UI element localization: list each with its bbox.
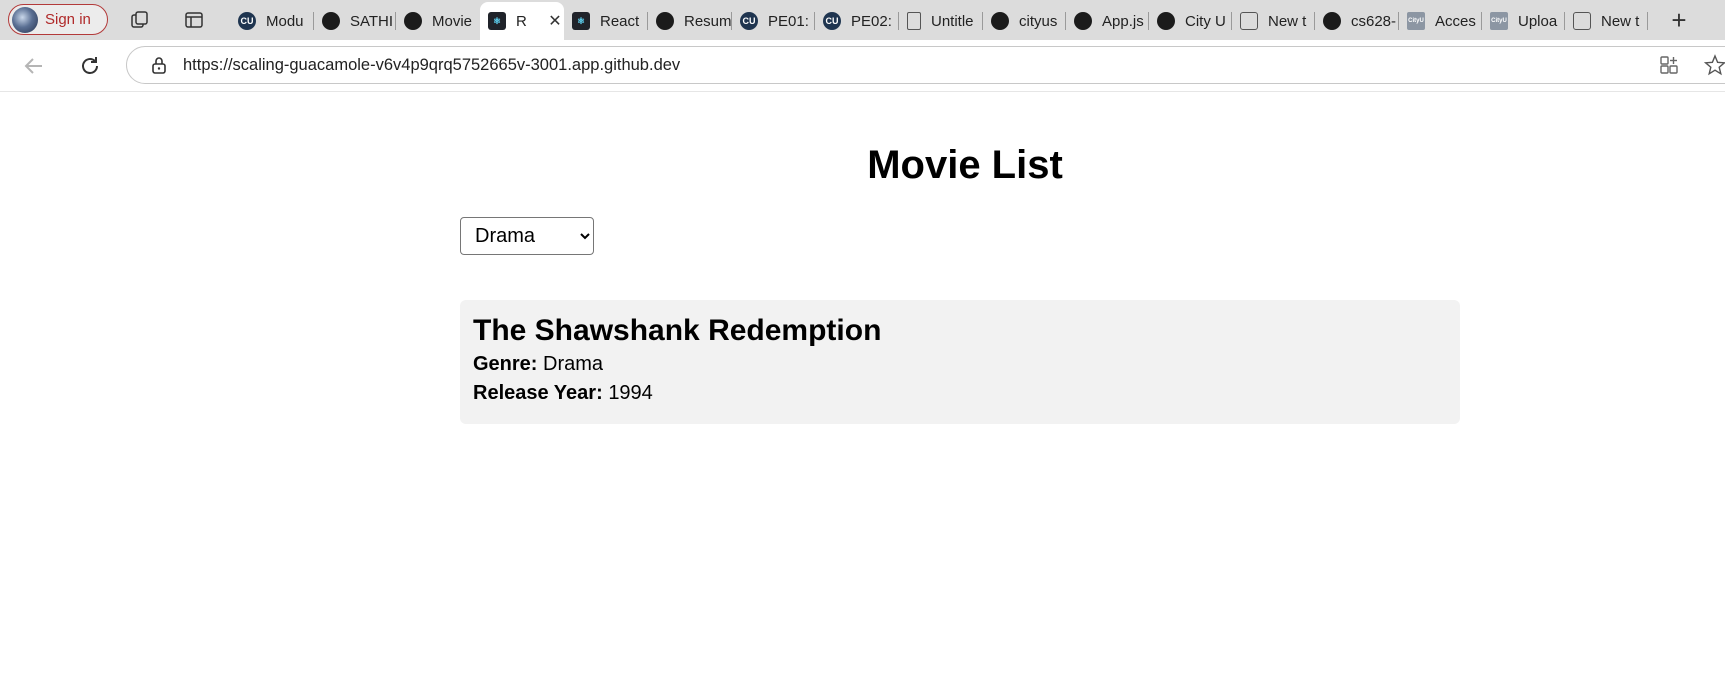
new-tab-favicon-icon: [1240, 12, 1258, 30]
tab[interactable]: CityU Acces: [1399, 4, 1482, 38]
lock-icon[interactable]: [149, 55, 169, 75]
document-favicon-icon: [907, 12, 921, 30]
github-favicon-icon: [1157, 12, 1175, 30]
tab[interactable]: CU Modu: [230, 4, 314, 38]
workspaces-icon[interactable]: [128, 9, 152, 31]
tab-title: SATHI: [350, 12, 394, 30]
tab-title: City U: [1185, 12, 1226, 30]
react-favicon-icon: ⚛: [488, 12, 506, 30]
browser-toolbar: https://scaling-guacamole-v6v4p9qrq57526…: [0, 40, 1725, 92]
tab[interactable]: CU PE02:: [815, 4, 899, 38]
tab[interactable]: cs628-: [1315, 4, 1399, 38]
tab[interactable]: New t: [1232, 4, 1315, 38]
tab-title: Acces: [1435, 12, 1476, 30]
movie-year-row: Release Year: 1994: [473, 379, 1447, 408]
release-year-value: 1994: [608, 382, 653, 404]
tab[interactable]: Untitle: [899, 4, 983, 38]
tab-active[interactable]: ⚛ R ✕: [480, 2, 564, 40]
tab[interactable]: CityU Uploa: [1482, 4, 1565, 38]
github-favicon-icon: [404, 12, 422, 30]
github-favicon-icon: [656, 12, 674, 30]
movie-genre-row: Genre: Drama: [473, 350, 1447, 379]
tab[interactable]: City U: [1149, 4, 1232, 38]
github-favicon-icon: [1323, 12, 1341, 30]
page-content: Movie List Drama The Shawshank Redemptio…: [5, 93, 1725, 693]
new-tab-favicon-icon: [1573, 12, 1591, 30]
browser-tab-strip: Sign in CU Modu SATHI Movie ⚛ R ✕ ⚛ Reac…: [0, 0, 1725, 40]
tab[interactable]: cityus: [983, 4, 1066, 38]
tab-title: App.js: [1102, 12, 1144, 30]
tab-title: Resum: [684, 12, 732, 30]
tab-title: New t: [1268, 12, 1307, 30]
tab-separator: [1647, 12, 1648, 30]
react-favicon-icon: ⚛: [572, 12, 590, 30]
favorite-star-icon[interactable]: [1702, 52, 1725, 78]
tab[interactable]: App.js: [1066, 4, 1149, 38]
cu-favicon-icon: CU: [238, 12, 256, 30]
tab[interactable]: SATHI: [314, 4, 396, 38]
tab-title: PE01:: [768, 12, 809, 30]
new-tab-button[interactable]: +: [1665, 5, 1693, 35]
github-favicon-icon: [991, 12, 1009, 30]
tab[interactable]: New t: [1565, 4, 1648, 38]
address-bar[interactable]: https://scaling-guacamole-v6v4p9qrq57526…: [126, 46, 1725, 84]
split-screen-icon[interactable]: [1656, 52, 1682, 78]
page-title: Movie List: [867, 143, 1063, 187]
tab-actions-icon[interactable]: [182, 9, 206, 31]
sign-in-button[interactable]: Sign in: [8, 4, 108, 35]
cityu-favicon-icon: CityU: [1407, 12, 1425, 30]
profile-avatar: [12, 6, 38, 33]
back-arrow-icon[interactable]: [20, 52, 48, 80]
genre-label: Genre:: [473, 353, 538, 375]
genre-filter-select[interactable]: Drama: [460, 217, 594, 255]
cu-favicon-icon: CU: [740, 12, 758, 30]
cityu-favicon-icon: CityU: [1490, 12, 1508, 30]
tab-title: Movie: [432, 12, 473, 30]
github-favicon-icon: [322, 12, 340, 30]
tab-title: Modu: [266, 12, 304, 30]
refresh-icon[interactable]: [76, 52, 104, 80]
tab-title: cs628-: [1351, 12, 1397, 30]
tab[interactable]: Resum: [648, 4, 732, 38]
release-year-label: Release Year:: [473, 382, 603, 404]
tab[interactable]: Movie: [396, 4, 478, 38]
cu-favicon-icon: CU: [823, 12, 841, 30]
tab-title: Untitle: [931, 12, 974, 30]
github-favicon-icon: [1074, 12, 1092, 30]
tab-title: R: [516, 12, 527, 30]
genre-value: Drama: [543, 353, 604, 375]
tab-title: New t: [1601, 12, 1640, 30]
close-tab-icon[interactable]: ✕: [546, 11, 564, 31]
tab[interactable]: CU PE01:: [732, 4, 815, 38]
tab-title: PE02:: [851, 12, 892, 30]
sign-in-label: Sign in: [45, 11, 91, 28]
tab-title: React: [600, 12, 640, 30]
tab[interactable]: ⚛ React: [564, 4, 648, 38]
tab-title: cityus: [1019, 12, 1058, 30]
url-text[interactable]: https://scaling-guacamole-v6v4p9qrq57526…: [183, 56, 680, 75]
tab-title: Uploa: [1518, 12, 1558, 30]
movie-title: The Shawshank Redemption: [473, 314, 882, 347]
movie-card: The Shawshank Redemption Genre: Drama Re…: [460, 300, 1460, 424]
